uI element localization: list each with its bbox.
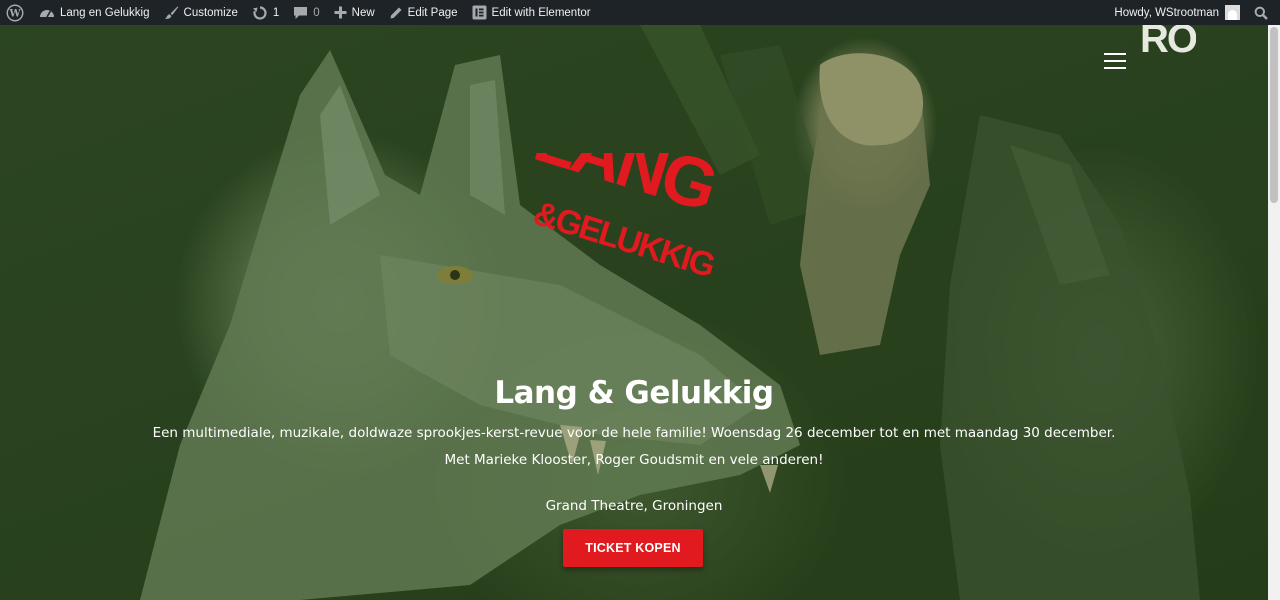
greeting-label: Howdy, WStrootman (1114, 6, 1219, 19)
edit-elementor-link[interactable]: Edit with Elementor (465, 0, 598, 25)
hero-content: Lang & Gelukkig Een multimediale, muzika… (0, 372, 1268, 516)
site-name-link[interactable]: Lang en Gelukkig (32, 0, 157, 25)
new-content-link[interactable]: New (327, 0, 382, 25)
hamburger-icon[interactable] (1104, 53, 1128, 73)
customize-label: Customize (183, 6, 238, 19)
hero-description: Een multimediale, muzikale, doldwaze spr… (0, 420, 1268, 474)
hero-description-line1: Een multimediale, muzikale, doldwaze spr… (152, 425, 1116, 441)
edit-page-link[interactable]: Edit Page (382, 0, 465, 25)
admin-bar: W Lang en Gelukkig Customize 1 0 New Edi… (0, 0, 1280, 25)
site-logo[interactable]: RO (1140, 25, 1196, 53)
comment-icon (294, 6, 308, 19)
admin-bar-right: Howdy, WStrootman (1107, 0, 1280, 25)
page-title: Lang & Gelukkig (494, 375, 774, 411)
paintbrush-icon (164, 6, 178, 19)
my-account-menu[interactable]: Howdy, WStrootman (1107, 0, 1247, 25)
customize-link[interactable]: Customize (157, 0, 245, 25)
wordpress-icon: W (6, 4, 24, 21)
ticket-button[interactable]: TICKET KOPEN (563, 529, 703, 567)
site-name-label: Lang en Gelukkig (60, 6, 150, 19)
wordpress-logo-menu[interactable]: W (0, 0, 32, 25)
show-logo: LANG &GELUKKIG (526, 153, 724, 285)
search-icon (1254, 6, 1268, 20)
admin-search[interactable] (1247, 0, 1280, 25)
updates-link[interactable]: 1 (245, 0, 286, 25)
comments-count: 0 (313, 6, 320, 19)
hero-section: LANG &GELUKKIG Lang & Gelukkig Een multi… (0, 25, 1268, 600)
edit-page-label: Edit Page (407, 6, 458, 19)
comments-link[interactable]: 0 (286, 0, 326, 25)
updates-count: 1 (272, 6, 280, 19)
scrollbar-thumb[interactable] (1270, 27, 1278, 203)
pencil-icon (390, 7, 402, 18)
admin-bar-left: W Lang en Gelukkig Customize 1 0 New Edi… (0, 0, 1107, 25)
hero-description-line2: Met Marieke Klooster, Roger Goudsmit en … (444, 452, 824, 468)
avatar (1225, 5, 1240, 20)
dashboard-icon (40, 9, 54, 17)
plus-icon (334, 6, 347, 19)
elementor-icon (472, 5, 487, 20)
updates-icon (252, 5, 267, 20)
venue-text: Grand Theatre, Groningen (545, 498, 723, 514)
edit-elementor-label: Edit with Elementor (491, 6, 591, 19)
svg-text:W: W (8, 8, 21, 19)
scrollbar[interactable] (1268, 25, 1280, 600)
new-label: New (351, 6, 375, 19)
